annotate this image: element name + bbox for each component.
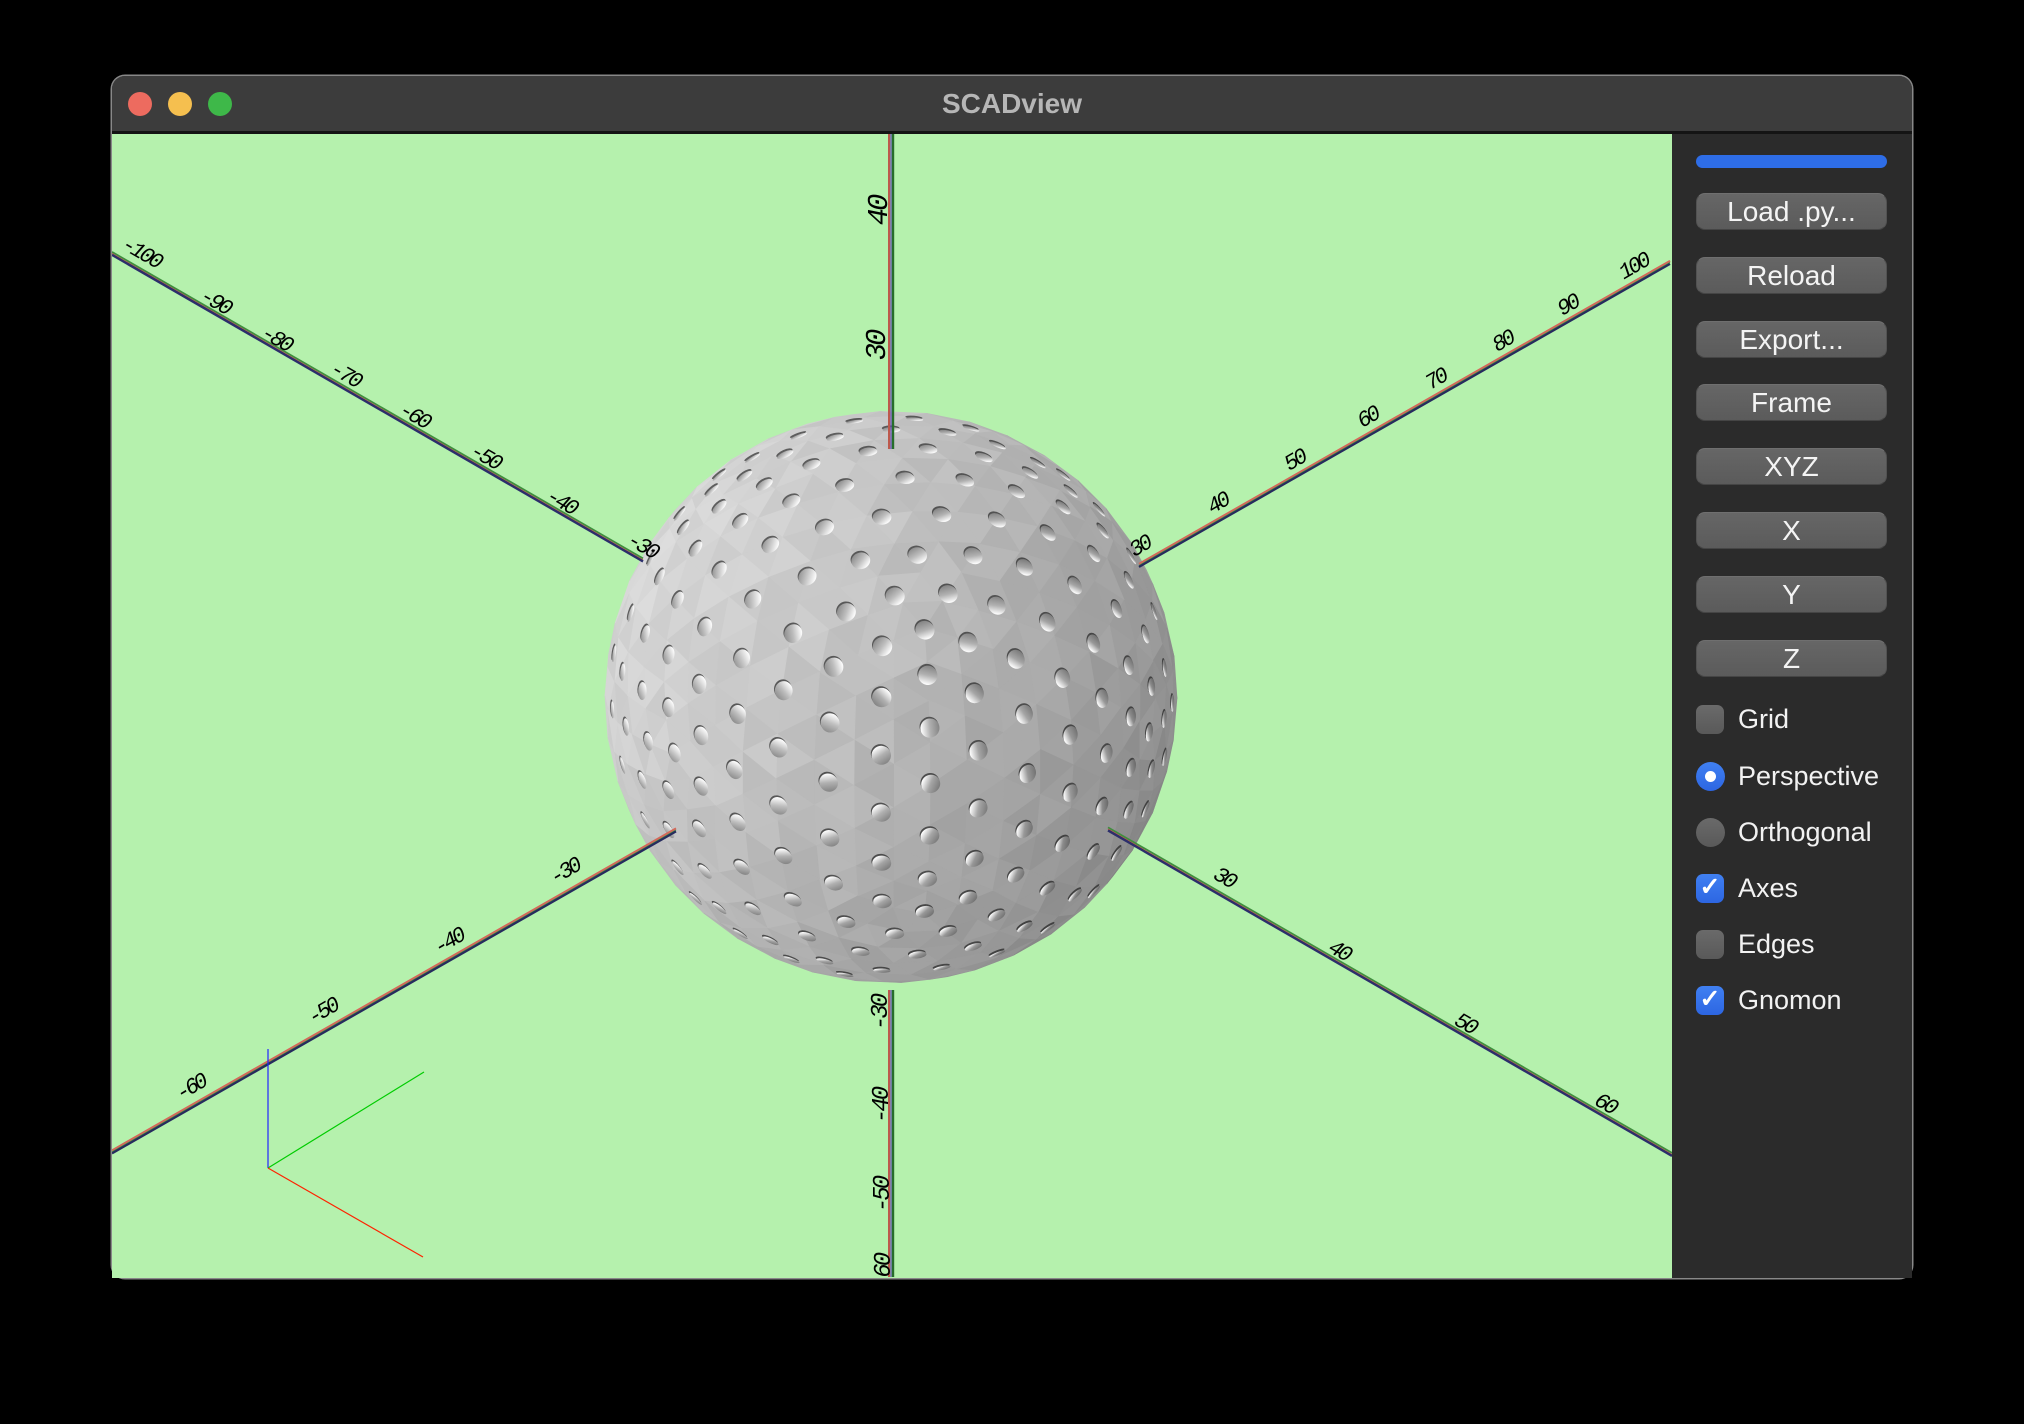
svg-text:-30: -30 [868,993,895,1030]
svg-text:-40: -40 [869,1086,896,1123]
svg-text:40: 40 [863,194,896,225]
svg-text:30: 30 [861,329,894,360]
svg-text:-60: -60 [871,1252,898,1278]
svg-text:-50: -50 [870,1175,897,1212]
